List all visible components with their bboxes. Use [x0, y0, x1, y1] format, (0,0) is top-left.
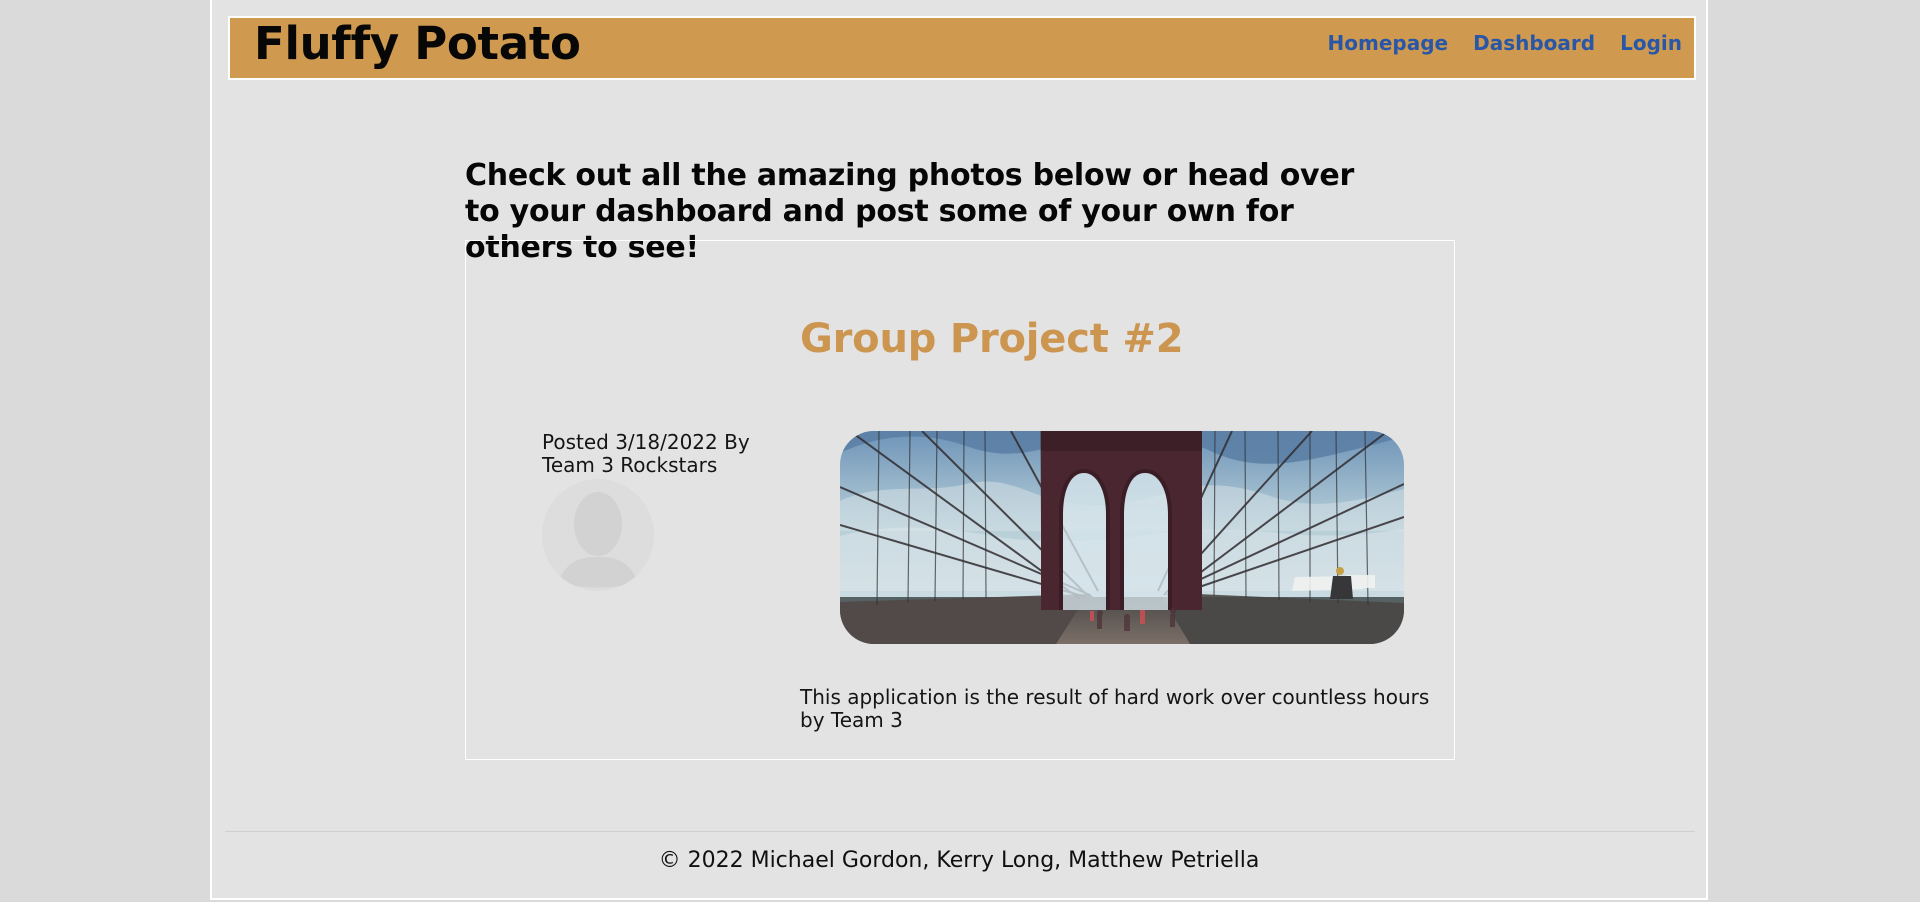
main-nav: Homepage Dashboard Login [1328, 32, 1682, 54]
login-link[interactable]: Login [1620, 32, 1682, 54]
footer-copyright: © 2022 Michael Gordon, Kerry Long, Matth… [658, 848, 1260, 873]
site-title: Fluffy Potato [254, 17, 581, 70]
homepage-link[interactable]: Homepage [1328, 32, 1449, 54]
footer-divider [225, 831, 1695, 832]
post-body: This application is the result of hard w… [800, 685, 1430, 732]
post-card: Group Project #2 Posted 3/18/2022 By Tea… [465, 240, 1455, 760]
post-meta: Posted 3/18/2022 By Team 3 Rockstars [542, 430, 750, 477]
site-header: Fluffy Potato Homepage Dashboard Login [228, 16, 1696, 80]
page-shell: Fluffy Potato Homepage Dashboard Login C… [210, 0, 1708, 900]
bridge-photo [840, 431, 1404, 644]
dashboard-link[interactable]: Dashboard [1473, 32, 1595, 54]
author-avatar-icon [542, 479, 654, 591]
post-title: Group Project #2 [800, 316, 1184, 362]
